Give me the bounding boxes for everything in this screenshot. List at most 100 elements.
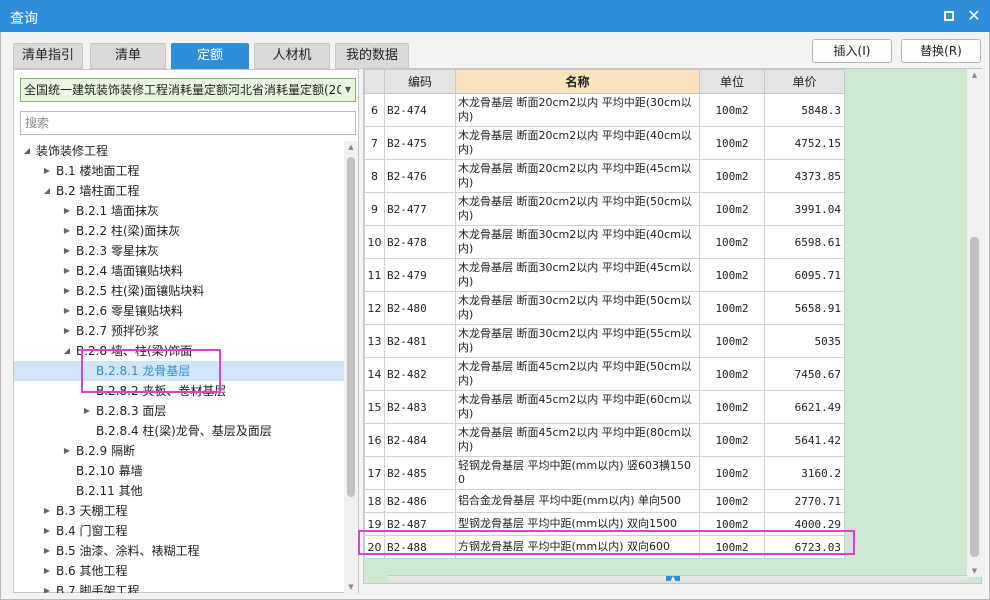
scroll-down-icon[interactable]: ▼ xyxy=(344,581,358,593)
scroll-up-icon[interactable]: ▲ xyxy=(344,141,358,153)
unit-cell: 100m2 xyxy=(699,512,765,536)
triangle-down-icon[interactable]: ◢ xyxy=(22,141,32,161)
table-row[interactable]: 8 B2-476 木龙骨基层 断面20cm2以内 平均中距(45cm以内) 100m2… xyxy=(364,159,845,193)
table-row[interactable]: 14 B2-482 木龙骨基层 断面45cm2以内 平均中距(50cm以内) 100m… xyxy=(364,357,845,391)
chevron-down-icon[interactable]: ▼ xyxy=(340,79,351,101)
triangle-right-icon[interactable]: ▶ xyxy=(42,161,52,181)
maximize-icon[interactable] xyxy=(941,8,957,24)
scroll-thumb[interactable] xyxy=(347,157,355,497)
tree-item[interactable]: ◢ B.2.8 墙、柱(梁)饰面 xyxy=(14,341,344,361)
column-header-unit[interactable]: 单位 xyxy=(699,69,765,94)
tab-guide[interactable]: 清单指引 xyxy=(13,43,83,69)
scroll-thumb[interactable] xyxy=(970,237,979,557)
tree-item[interactable]: B.2.8.4 柱(梁)龙骨、基层及面层 xyxy=(14,421,344,441)
name-cell: 木龙骨基层 断面20cm2以内 平均中距(50cm以内) xyxy=(455,192,700,226)
table-row[interactable]: 9 B2-477 木龙骨基层 断面20cm2以内 平均中距(50cm以内) 100m2… xyxy=(364,192,845,226)
tab-materials[interactable]: 人材机 xyxy=(254,43,330,69)
code-cell: B2-479 xyxy=(384,258,456,292)
tree-item-label: B.2.8.1 龙骨基层 xyxy=(96,364,191,378)
chevron-up-icon[interactable]: ▲ xyxy=(666,576,680,582)
triangle-right-icon[interactable]: ▶ xyxy=(82,401,92,421)
table-row[interactable]: 19 B2-487 型钢龙骨基层 平均中距(mm以内) 双向1500 100m2 400… xyxy=(364,512,845,536)
tree-item[interactable]: ▶ B.4 门窗工程 xyxy=(14,521,344,541)
triangle-right-icon[interactable]: ▶ xyxy=(62,241,72,261)
column-header-code[interactable]: 编码 xyxy=(384,69,456,94)
triangle-right-icon[interactable]: ▶ xyxy=(62,301,72,321)
tree-item[interactable]: ▶ B.2.3 零星抹灰 xyxy=(14,241,344,261)
table-row[interactable]: 16 B2-484 木龙骨基层 断面45cm2以内 平均中距(80cm以内) 100m… xyxy=(364,423,845,457)
tab-my-data[interactable]: 我的数据 xyxy=(335,43,409,69)
tree-item[interactable]: ▶ B.2.5 柱(梁)面镶贴块料 xyxy=(14,281,344,301)
row-number: 19 xyxy=(364,512,385,536)
column-header-name[interactable]: 名称 xyxy=(455,69,700,94)
tree-item[interactable]: B.2.10 幕墙 xyxy=(14,461,344,481)
close-icon[interactable]: ✕ xyxy=(966,8,982,24)
tab-bill[interactable]: 清单 xyxy=(90,43,166,69)
row-number: 10 xyxy=(364,225,385,259)
row-number: 13 xyxy=(364,324,385,358)
column-header-price[interactable]: 单价 xyxy=(764,69,845,94)
name-cell: 木龙骨基层 断面30cm2以内 平均中距(55cm以内) xyxy=(455,324,700,358)
unit-cell: 100m2 xyxy=(699,225,765,259)
tree-item[interactable]: ▶ B.2.6 零星镶贴块料 xyxy=(14,301,344,321)
tree-item[interactable]: ▶ B.2.8.3 面层 xyxy=(14,401,344,421)
tree-item[interactable]: ◢ 装饰装修工程 xyxy=(14,141,344,161)
triangle-right-icon[interactable]: ▶ xyxy=(42,561,52,581)
price-cell: 5641.42 xyxy=(764,423,845,457)
tree-item[interactable]: B.2.8.2 夹板、卷材基层 xyxy=(14,381,344,401)
tree-item[interactable]: B.2.11 其他 xyxy=(14,481,344,501)
table-row[interactable]: 11 B2-479 木龙骨基层 断面30cm2以内 平均中距(45cm以内) 100m… xyxy=(364,258,845,292)
tree-item[interactable]: ▶ B.2.7 预拌砂浆 xyxy=(14,321,344,341)
tree-item[interactable]: ◢ B.2 墙柱面工程 xyxy=(14,181,344,201)
library-select[interactable]: 全国统一建筑装饰装修工程消耗量定额河北省消耗量定额(20 ▼ xyxy=(20,78,356,102)
triangle-right-icon[interactable]: ▶ xyxy=(42,581,52,593)
tree-item[interactable]: ▶ B.2.1 墙面抹灰 xyxy=(14,201,344,221)
tab-quota[interactable]: 定额 xyxy=(171,43,249,69)
tree-item[interactable]: ▶ B.2.2 柱(梁)面抹灰 xyxy=(14,221,344,241)
tree-item[interactable]: ▶ B.1 楼地面工程 xyxy=(14,161,344,181)
table-row[interactable]: 12 B2-480 木龙骨基层 断面30cm2以内 平均中距(50cm以内) 100m… xyxy=(364,291,845,325)
grid-scrollbar[interactable]: ▲ ▼ xyxy=(967,69,982,577)
triangle-right-icon[interactable]: ▶ xyxy=(62,321,72,341)
scroll-up-icon[interactable]: ▲ xyxy=(967,69,982,81)
tree-item[interactable]: B.2.8.1 龙骨基层 xyxy=(14,361,344,381)
table-row[interactable]: 20 B2-488 方钢龙骨基层 平均中距(mm以内) 双向600 100m2 6723… xyxy=(364,535,845,559)
tree-scrollbar[interactable]: ▲ ▼ xyxy=(344,141,358,593)
panel-splitter[interactable]: ▲ xyxy=(388,575,967,582)
tree-item[interactable]: ▶ B.2.4 墙面镶贴块料 xyxy=(14,261,344,281)
table-row[interactable]: 7 B2-475 木龙骨基层 断面20cm2以内 平均中距(40cm以内) 100m2… xyxy=(364,126,845,160)
name-cell: 木龙骨基层 断面30cm2以内 平均中距(50cm以内) xyxy=(455,291,700,325)
triangle-right-icon[interactable]: ▶ xyxy=(62,261,72,281)
triangle-down-icon[interactable]: ◢ xyxy=(62,341,72,361)
tree-item-label: B.2.6 零星镶贴块料 xyxy=(76,304,183,318)
tree-item[interactable]: ▶ B.5 油漆、涂料、裱糊工程 xyxy=(14,541,344,561)
row-number: 7 xyxy=(364,126,385,160)
tree-item[interactable]: ▶ B.3 天棚工程 xyxy=(14,501,344,521)
search-input[interactable] xyxy=(20,111,356,135)
triangle-right-icon[interactable]: ▶ xyxy=(42,501,52,521)
table-row[interactable]: 17 B2-485 轻钢龙骨基层 平均中距(mm以内) 竖603横1500 100m2… xyxy=(364,456,845,490)
table-row[interactable]: 15 B2-483 木龙骨基层 断面45cm2以内 平均中距(60cm以内) 100m… xyxy=(364,390,845,424)
triangle-right-icon[interactable]: ▶ xyxy=(62,201,72,221)
triangle-right-icon[interactable]: ▶ xyxy=(62,221,72,241)
table-row[interactable]: 18 B2-486 铝合金龙骨基层 平均中距(mm以内) 单向500 100m2 277… xyxy=(364,489,845,513)
insert-button[interactable]: 插入(I) xyxy=(812,39,892,63)
tree-item-label: B.5 油漆、涂料、裱糊工程 xyxy=(56,544,200,558)
category-tree: ◢ 装饰装修工程 ▶ B.1 楼地面工程 ◢ B.2 墙柱面工程 ▶ B.2.1 墙面抹灰 ▶ B… xyxy=(14,141,344,593)
tree-item-label: B.2.8 墙、柱(梁)饰面 xyxy=(76,344,193,358)
price-cell: 4752.15 xyxy=(764,126,845,160)
triangle-down-icon[interactable]: ◢ xyxy=(42,181,52,201)
table-row[interactable]: 6 B2-474 木龙骨基层 断面20cm2以内 平均中距(30cm以内) 100m2… xyxy=(364,93,845,127)
table-row[interactable]: 10 B2-478 木龙骨基层 断面30cm2以内 平均中距(40cm以内) 100m… xyxy=(364,225,845,259)
triangle-right-icon[interactable]: ▶ xyxy=(62,281,72,301)
tree-item[interactable]: ▶ B.7 脚手架工程 xyxy=(14,581,344,593)
tree-item[interactable]: ▶ B.6 其他工程 xyxy=(14,561,344,581)
name-cell: 轻钢龙骨基层 平均中距(mm以内) 竖603横1500 xyxy=(455,456,700,490)
tree-item[interactable]: ▶ B.2.9 隔断 xyxy=(14,441,344,461)
triangle-right-icon[interactable]: ▶ xyxy=(62,441,72,461)
triangle-right-icon[interactable]: ▶ xyxy=(42,521,52,541)
triangle-right-icon[interactable]: ▶ xyxy=(42,541,52,561)
table-row[interactable]: 13 B2-481 木龙骨基层 断面30cm2以内 平均中距(55cm以内) 100m… xyxy=(364,324,845,358)
replace-button[interactable]: 替换(R) xyxy=(901,39,981,63)
scroll-down-icon[interactable]: ▼ xyxy=(967,565,982,577)
